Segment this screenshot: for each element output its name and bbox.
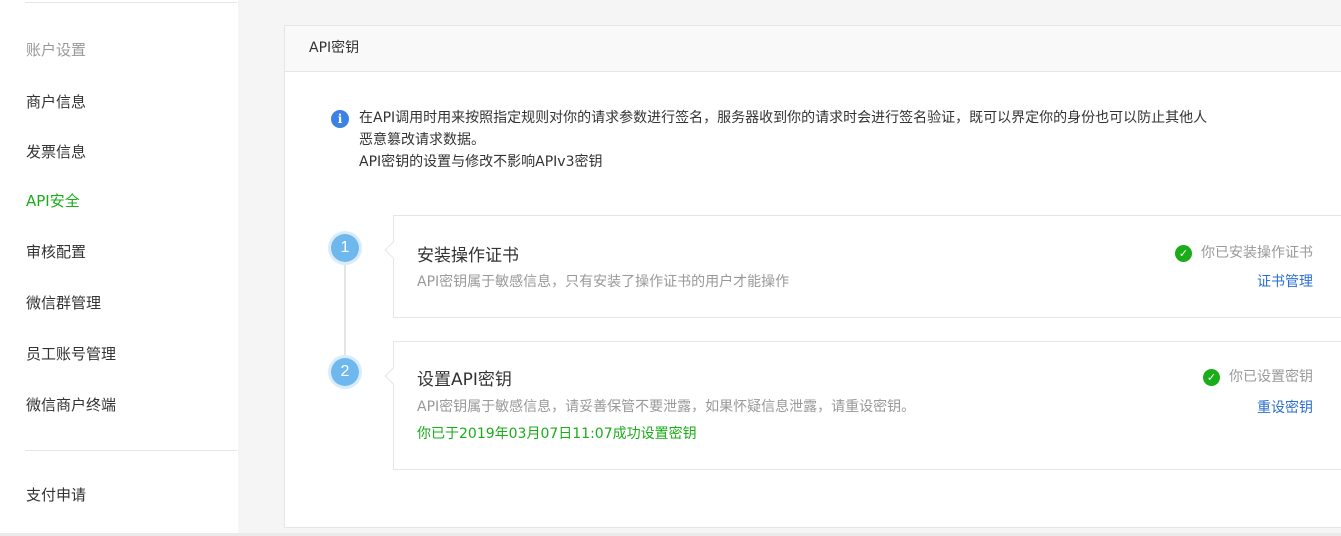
notice-line: 恶意篡改请求数据。	[359, 132, 485, 148]
step-title: 安装操作证书	[417, 246, 519, 266]
status-text: 你已设置密钥	[1229, 369, 1313, 385]
notice-line: 在API调用时用来按照指定规则对你的请求参数进行签名，服务器收到你的请求时会进行…	[359, 110, 1208, 126]
step-title: 设置API密钥	[417, 370, 512, 390]
step-description: API密钥属于敏感信息，请妥善保管不要泄露，如果怀疑信息泄露，请重设密钥。	[417, 399, 916, 415]
timeline-connector	[344, 246, 346, 366]
sidebar-divider	[25, 2, 237, 3]
step-number-badge: 2	[331, 358, 359, 386]
info-icon: i	[331, 110, 349, 128]
sidebar-item-merchant-info[interactable]: 商户信息	[26, 92, 86, 112]
sidebar-item-payment-application[interactable]: 支付申请	[26, 485, 86, 505]
status-badge: ✓ 你已安装操作证书	[1175, 243, 1313, 263]
notice-line: API密钥的设置与修改不影响APIv3密钥	[359, 154, 603, 170]
panel-title: API密钥	[285, 26, 1341, 72]
sidebar-item-staff-accounts[interactable]: 员工账号管理	[26, 344, 116, 364]
certificate-management-link[interactable]: 证书管理	[1257, 272, 1313, 292]
step-description: API密钥属于敏感信息，只有安装了操作证书的用户才能操作	[417, 274, 790, 290]
sidebar-item-review-config[interactable]: 审核配置	[26, 242, 86, 262]
step-card-set-api-key: 设置API密钥 API密钥属于敏感信息，请妥善保管不要泄露，如果怀疑信息泄露，请…	[384, 341, 1341, 470]
sidebar-item-merchant-terminal[interactable]: 微信商户终端	[26, 395, 116, 415]
check-circle-icon: ✓	[1175, 244, 1192, 262]
sidebar-item-api-security[interactable]: API安全	[26, 191, 80, 211]
sidebar-section-account-settings: 账户设置	[26, 41, 87, 59]
key-set-timestamp: 你已于2019年03月07日11:07成功设置密钥	[417, 426, 697, 442]
sidebar-divider	[25, 450, 237, 451]
step-number-badge: 1	[331, 234, 359, 262]
api-key-panel: API密钥 i 在API调用时用来按照指定规则对你的请求参数进行签名，服务器收到…	[284, 25, 1341, 528]
sidebar-item-invoice-info[interactable]: 发票信息	[26, 142, 86, 162]
status-badge: ✓ 你已设置密钥	[1203, 367, 1313, 387]
sidebar-item-wechat-group[interactable]: 微信群管理	[26, 293, 101, 313]
card-pointer	[384, 241, 402, 259]
sidebar: 账户设置 商户信息 发票信息 API安全 审核配置 微信群管理 员工账号管理 微…	[0, 0, 238, 536]
reset-key-link[interactable]: 重设密钥	[1257, 398, 1313, 418]
status-text: 你已安装操作证书	[1201, 245, 1313, 261]
check-circle-icon: ✓	[1203, 368, 1220, 386]
card-pointer	[384, 367, 402, 385]
step-card-install-certificate: 安装操作证书 API密钥属于敏感信息，只有安装了操作证书的用户才能操作 ✓ 你已…	[384, 215, 1341, 318]
